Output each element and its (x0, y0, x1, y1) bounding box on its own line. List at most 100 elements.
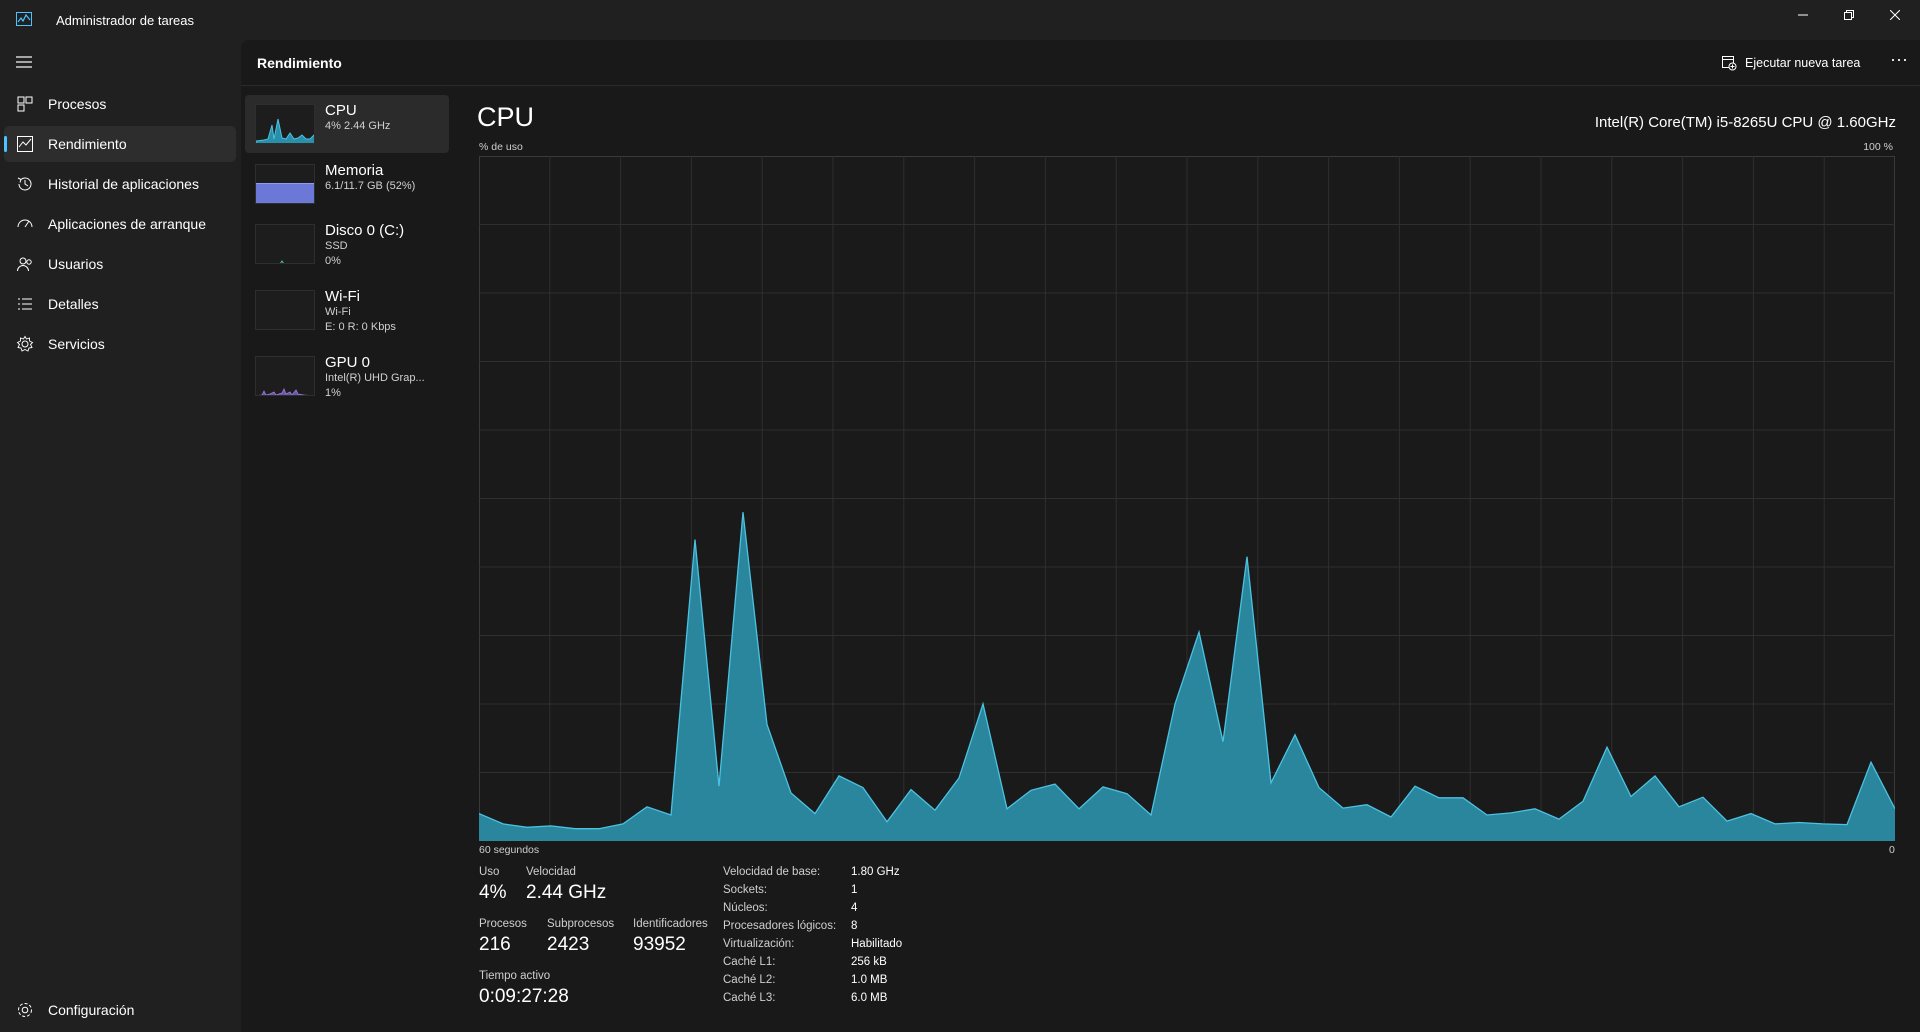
x-axis-left-label: 60 segundos (479, 844, 540, 856)
spec-value: 6.0 MB (851, 992, 888, 1004)
perf-item-detail: 0% (325, 255, 341, 267)
cpu-usage-graph (479, 156, 1895, 841)
spec-value: 1 (851, 884, 858, 896)
perf-item-detail: 6.1/11.7 GB (52%) (325, 180, 416, 192)
spec-key: Velocidad de base: (723, 866, 821, 878)
spec-key: Núcleos: (723, 902, 768, 914)
close-button[interactable] (1872, 0, 1918, 30)
spec-value: 4 (851, 902, 858, 914)
sidebar-item-historial[interactable]: Historial de aplicaciones (4, 166, 236, 202)
perf-item-name: GPU 0 (325, 354, 371, 371)
perf-item-cpu[interactable]: CPU 4% 2.44 GHz (245, 95, 449, 153)
perf-item-detail: Intel(R) UHD Grap... (325, 372, 425, 384)
speed-label: Velocidad (526, 866, 576, 878)
details-icon (18, 298, 32, 310)
processes-label: Procesos (479, 918, 527, 930)
services-icon (16, 335, 34, 352)
minimize-button[interactable] (1780, 0, 1826, 30)
sidebar: Procesos Rendimiento Historial de aplica… (0, 40, 241, 1032)
more-options-button[interactable]: ··· (1887, 50, 1911, 72)
perf-item-disco[interactable]: Disco 0 (C:) SSD 0% (245, 215, 449, 273)
uptime-label: Tiempo activo (479, 970, 551, 982)
cpu-title: CPU (477, 102, 535, 132)
memory-thumbnail (255, 164, 315, 204)
perf-item-name: Memoria (325, 162, 384, 179)
sidebar-item-label: Aplicaciones de arranque (48, 216, 206, 232)
sidebar-item-arranque[interactable]: Aplicaciones de arranque (4, 206, 236, 242)
content-header: Rendimiento Ejecutar nueva tarea ··· (241, 40, 1920, 86)
title-bar: Administrador de tareas (0, 0, 1920, 40)
task-manager-app-icon (16, 12, 32, 26)
content-area: Rendimiento Ejecutar nueva tarea ··· CPU… (241, 40, 1920, 1032)
spec-key: Caché L2: (723, 974, 776, 986)
startup-icon (17, 219, 33, 228)
handles-label: Identificadores (633, 918, 708, 930)
spec-value: 8 (851, 920, 858, 932)
performance-icon (17, 136, 33, 152)
threads-label: Subprocesos (547, 918, 615, 930)
sidebar-item-label: Procesos (48, 96, 107, 112)
y-axis-label: % de uso (479, 141, 523, 153)
perf-item-name: Wi-Fi (325, 288, 360, 305)
wifi-thumbnail (255, 290, 315, 330)
sidebar-item-servicios[interactable]: Servicios (4, 326, 236, 362)
run-new-task-label: Ejecutar nueva tarea (1745, 56, 1861, 70)
y-axis-max-label: 100 % (1863, 141, 1893, 153)
spec-value: Habilitado (851, 938, 903, 950)
perf-item-detail: E: 0 R: 0 Kbps (325, 321, 396, 333)
threads-value: 2423 (547, 934, 590, 955)
usage-label: Uso (479, 866, 500, 878)
perf-item-gpu[interactable]: GPU 0 Intel(R) UHD Grap... 1% (245, 347, 449, 405)
settings-gear-icon (18, 1003, 32, 1017)
sidebar-item-label: Servicios (48, 336, 105, 352)
history-icon (17, 177, 32, 191)
spec-value: 1.0 MB (851, 974, 888, 986)
gpu-thumbnail (255, 356, 315, 396)
perf-item-name: Disco 0 (C:) (325, 222, 405, 239)
restore-icon (1844, 10, 1854, 20)
cpu-specs: Velocidad de base: 1.80 GHz Sockets: 1 N… (723, 866, 983, 1026)
spec-key: Caché L3: (723, 992, 776, 1004)
run-task-icon (1722, 56, 1737, 71)
disk-thumbnail (255, 224, 315, 264)
perf-item-wifi[interactable]: Wi-Fi Wi-Fi E: 0 R: 0 Kbps (245, 281, 449, 339)
cpu-thumbnail (255, 104, 315, 144)
sidebar-item-label: Detalles (48, 296, 99, 312)
users-icon (17, 257, 32, 272)
perf-item-detail: 4% 2.44 GHz (325, 120, 391, 132)
usage-value: 4% (479, 882, 507, 903)
spec-key: Caché L1: (723, 956, 776, 968)
spec-value: 256 kB (851, 956, 887, 968)
minimize-icon (1798, 14, 1808, 16)
perf-item-memoria[interactable]: Memoria 6.1/11.7 GB (52%) (245, 155, 449, 213)
page-title: Rendimiento (257, 55, 342, 71)
perf-item-name: CPU (325, 102, 357, 119)
sidebar-item-usuarios[interactable]: Usuarios (4, 246, 236, 282)
sidebar-item-label: Rendimiento (48, 136, 127, 152)
processes-value: 216 (479, 934, 511, 955)
perf-item-detail: 1% (325, 387, 341, 399)
sidebar-item-label: Usuarios (48, 256, 104, 272)
perf-item-detail: SSD (325, 240, 348, 252)
cpu-detail-panel: CPU Intel(R) Core(TM) i5-8265U CPU @ 1.6… (475, 86, 1920, 1032)
sidebar-item-rendimiento[interactable]: Rendimiento (4, 126, 236, 162)
run-new-task-button[interactable]: Ejecutar nueva tarea (1721, 49, 1860, 77)
perf-item-detail: Wi-Fi (325, 306, 351, 318)
handles-value: 93952 (633, 934, 686, 955)
spec-value: 1.80 GHz (851, 866, 900, 878)
sidebar-item-detalles[interactable]: Detalles (4, 286, 236, 322)
x-axis-right-label: 0 (1889, 844, 1895, 856)
cpu-model: Intel(R) Core(TM) i5-8265U CPU @ 1.60GHz (1594, 114, 1896, 131)
cpu-stats: Uso 4% Velocidad 2.44 GHz Procesos 216 S… (479, 866, 739, 1026)
settings-label: Configuración (48, 1002, 135, 1018)
sidebar-item-configuracion[interactable]: Configuración (4, 992, 236, 1028)
uptime-value: 0:09:27:28 (479, 986, 569, 1007)
processes-icon (17, 96, 33, 112)
close-icon (1890, 10, 1900, 20)
hamburger-menu-icon[interactable] (14, 54, 34, 70)
spec-key: Procesadores lógicos: (723, 920, 837, 932)
sidebar-item-label: Historial de aplicaciones (48, 176, 199, 192)
speed-value: 2.44 GHz (526, 882, 607, 903)
sidebar-item-procesos[interactable]: Procesos (4, 86, 236, 122)
restore-button[interactable] (1826, 0, 1872, 30)
